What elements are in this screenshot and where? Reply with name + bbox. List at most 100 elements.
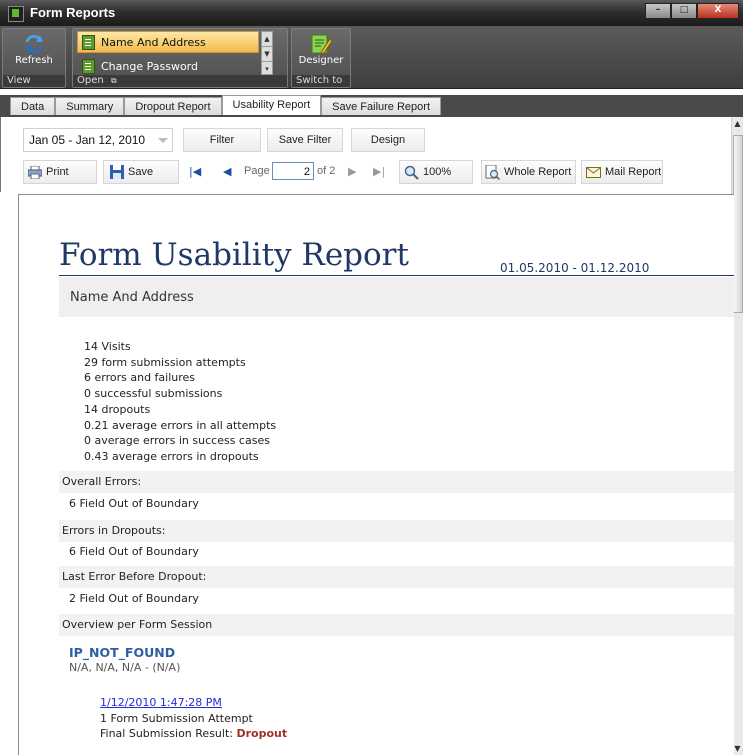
save-button[interactable]: Save: [103, 160, 179, 184]
report-date-range: 01.05.2010 - 01.12.2010: [500, 261, 650, 275]
designer-label: Designer: [298, 55, 344, 66]
window-controls: – □ X: [645, 3, 739, 19]
dialog-launcher-icon[interactable]: ⧉: [111, 76, 117, 85]
tab-summary[interactable]: Summary: [55, 97, 125, 115]
session-location: N/A, N/A, N/A - (N/A): [69, 661, 181, 674]
gallery-scroller[interactable]: ▲ ▼ ▾: [261, 31, 273, 75]
ribbon: Refresh View Name And Address Change Pas…: [0, 26, 743, 89]
overview-header: Overview per Form Session: [59, 614, 734, 636]
overall-errors-value: 6 Field Out of Boundary: [69, 497, 199, 510]
mail-report-label: Mail Report: [605, 166, 662, 178]
title-bar: Form Reports – □ X: [0, 0, 743, 26]
open-group: Name And Address Change Password ▲ ▼ ▾ O…: [72, 28, 288, 88]
chevron-down-icon: [158, 138, 168, 143]
window-title: Form Reports: [30, 5, 116, 20]
dropout-errors-value: 6 Field Out of Boundary: [69, 545, 199, 558]
session-result-label: Final Submission Result:: [100, 727, 233, 740]
design-button[interactable]: Design: [351, 128, 425, 152]
scroll-up-icon[interactable]: ▲: [732, 117, 743, 130]
stat-dropouts: 14 dropouts: [84, 402, 151, 416]
whole-report-label: Whole Report: [504, 166, 572, 178]
switch-group-label: Switch to: [292, 75, 350, 87]
session-attempts: 1 Form Submission Attempt: [100, 711, 253, 725]
stat-successful: 0 successful submissions: [84, 387, 223, 401]
stat-errors: 6 errors and failures: [84, 371, 196, 385]
save-filter-button[interactable]: Save Filter: [267, 128, 343, 152]
report-page: Form Usability Report 01.05.2010 - 01.12…: [18, 194, 734, 755]
tab-data[interactable]: Data: [10, 97, 56, 115]
stats-list: 14 Visits 29 form submission attempts 6 …: [84, 339, 276, 465]
app-icon: [8, 6, 24, 22]
page-number-input[interactable]: 2: [272, 162, 314, 180]
designer-icon: [311, 34, 333, 55]
open-group-text: Open: [77, 75, 104, 86]
page-total: of 2: [317, 165, 336, 177]
previous-page-icon[interactable]: ◀: [223, 165, 231, 178]
next-page-icon[interactable]: ▶: [348, 165, 356, 178]
session-ip: IP_NOT_FOUND: [69, 645, 176, 660]
maximize-button[interactable]: □: [671, 3, 697, 19]
open-group-label: Open ⧉: [73, 75, 287, 87]
date-range-value: Jan 05 - Jan 12, 2010: [29, 133, 146, 147]
view-group-label: View: [3, 75, 65, 87]
gallery-expand-icon[interactable]: ▾: [262, 62, 272, 76]
printer-icon: [28, 165, 42, 179]
refresh-button[interactable]: Refresh: [9, 31, 59, 66]
refresh-label: Refresh: [15, 55, 53, 66]
session-result-value: Dropout: [236, 727, 288, 740]
overall-errors-header: Overall Errors:: [59, 471, 734, 493]
tab-save-failure-report[interactable]: Save Failure Report: [321, 97, 441, 115]
minimize-button[interactable]: –: [645, 3, 671, 19]
switch-group: Designer Switch to: [291, 28, 351, 88]
date-range-select[interactable]: Jan 05 - Jan 12, 2010: [23, 128, 173, 152]
envelope-icon: [586, 166, 601, 178]
form-item-label: Change Password: [101, 59, 198, 73]
scroll-thumb[interactable]: [733, 135, 743, 313]
tab-usability-report[interactable]: Usability Report: [221, 95, 322, 115]
magnifier-icon: [404, 165, 419, 180]
form-name: Name And Address: [70, 290, 194, 305]
stat-submission-attempts: 29 form submission attempts: [84, 355, 246, 369]
session-details: 1/12/2010 1:47:28 PM 1 Form Submission A…: [100, 695, 287, 742]
form-name-band: Name And Address: [59, 277, 734, 317]
last-page-icon[interactable]: ▶|: [373, 165, 385, 178]
form-item-name-and-address[interactable]: Name And Address: [77, 31, 259, 53]
print-button[interactable]: Print: [23, 160, 97, 184]
page-label: Page: [244, 165, 270, 177]
zoom-value: 100%: [423, 166, 452, 178]
session-result: Final Submission Result: Dropout: [100, 726, 287, 742]
last-error-value: 2 Field Out of Boundary: [69, 592, 199, 605]
zoom-button[interactable]: 100%: [399, 160, 473, 184]
stat-avg-success: 0 average errors in success cases: [84, 434, 270, 448]
refresh-icon: [25, 34, 43, 54]
tab-dropout-report[interactable]: Dropout Report: [124, 97, 222, 115]
gallery-down-icon[interactable]: ▼: [262, 47, 272, 62]
session-timestamp-link[interactable]: 1/12/2010 1:47:28 PM: [100, 696, 222, 709]
form-icon: [82, 34, 95, 50]
mail-report-button[interactable]: Mail Report: [581, 160, 663, 184]
dropout-errors-header: Errors in Dropouts:: [59, 520, 734, 542]
form-item-change-password[interactable]: Change Password: [77, 55, 259, 77]
print-label: Print: [46, 166, 69, 178]
filter-button[interactable]: Filter: [183, 128, 261, 152]
stat-avg-all: 0.21 average errors in all attempts: [84, 418, 277, 432]
stat-avg-dropouts: 0.43 average errors in dropouts: [84, 449, 259, 463]
close-button[interactable]: X: [697, 3, 739, 19]
first-page-icon[interactable]: |◀: [189, 165, 201, 178]
report-toolbar: Jan 05 - Jan 12, 2010 Filter Save Filter…: [0, 117, 734, 192]
view-group: Refresh View: [2, 28, 66, 88]
form-reports-window: Form Reports – □ X Refresh View Name And…: [0, 0, 743, 755]
floppy-disk-icon: [110, 165, 124, 180]
form-item-label: Name And Address: [101, 35, 206, 49]
designer-button[interactable]: Designer: [296, 31, 346, 66]
save-label: Save: [128, 166, 154, 178]
report-title: Form Usability Report: [59, 237, 409, 273]
whole-report-button[interactable]: Whole Report: [481, 160, 576, 184]
form-gallery: Name And Address Change Password ▲ ▼ ▾: [77, 31, 273, 75]
last-error-header: Last Error Before Dropout:: [59, 566, 734, 588]
page-zoom-icon: [485, 164, 500, 180]
gallery-up-icon[interactable]: ▲: [262, 32, 272, 47]
stat-visits: 14 Visits: [84, 340, 131, 353]
form-icon: [82, 58, 95, 74]
report-tabs: Data Summary Dropout Report Usability Re…: [0, 95, 743, 117]
